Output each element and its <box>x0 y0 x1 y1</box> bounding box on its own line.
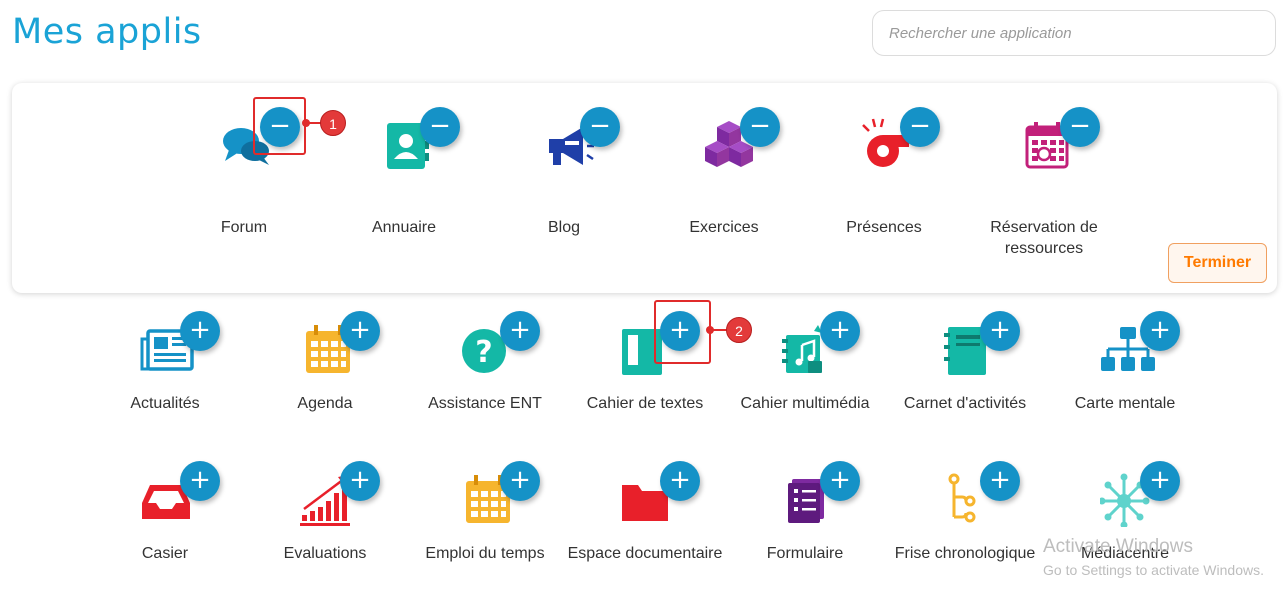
app-label: Assistance ENT <box>428 395 542 412</box>
pinned-apps-panel: Forum − Annuaire − Blog − Exercices − Pr… <box>12 83 1277 293</box>
add-carnet-button[interactable]: + <box>980 311 1020 351</box>
remove-reservation-button[interactable]: − <box>1060 107 1100 147</box>
svg-text:?: ? <box>475 335 492 370</box>
app-label: Cahier de textes <box>586 395 704 412</box>
app-label: Casier <box>141 545 189 562</box>
annotation-marker: 2 <box>726 317 752 343</box>
app-label: Carnet d'activités <box>903 395 1027 412</box>
add-formulaire-button[interactable]: + <box>820 461 860 501</box>
add-cahier-multimedia-button[interactable]: + <box>820 311 860 351</box>
add-espace-button[interactable]: + <box>660 461 700 501</box>
app-label: Espace documentaire <box>567 545 723 562</box>
add-evaluations-button[interactable]: + <box>340 461 380 501</box>
remove-blog-button[interactable]: − <box>580 107 620 147</box>
activation-watermark-subtitle: Go to Settings to activate Windows. <box>1043 562 1264 578</box>
app-label: Présences <box>846 219 922 236</box>
add-casier-button[interactable]: + <box>180 461 220 501</box>
app-label: Forum <box>220 219 268 236</box>
annotation-marker: 1 <box>320 110 346 136</box>
annotation-highlight <box>253 97 306 155</box>
add-assistance-button[interactable]: + <box>500 311 540 351</box>
add-agenda-button[interactable]: + <box>340 311 380 351</box>
remove-annuaire-button[interactable]: − <box>420 107 460 147</box>
app-label: Réservation de ressources <box>990 219 1098 257</box>
add-carte-mentale-button[interactable]: + <box>1140 311 1180 351</box>
add-mediacentre-button[interactable]: + <box>1140 461 1180 501</box>
app-label: Formulaire <box>766 545 844 562</box>
app-label: Frise chronologique <box>894 545 1036 562</box>
app-label: Carte mentale <box>1074 395 1176 412</box>
remove-exercices-button[interactable]: − <box>740 107 780 147</box>
app-label: Exercices <box>689 219 759 236</box>
app-label: Evaluations <box>283 545 367 562</box>
activation-watermark-title: Activate Windows <box>1043 536 1193 557</box>
search-input[interactable] <box>872 10 1276 56</box>
app-label: Annuaire <box>371 219 437 236</box>
finish-button[interactable]: Terminer <box>1168 243 1267 283</box>
app-label: Cahier multimédia <box>740 395 870 412</box>
annotation-highlight <box>654 300 711 364</box>
app-label: Agenda <box>297 395 353 412</box>
page-title: Mes applis <box>12 12 202 52</box>
add-actualites-button[interactable]: + <box>180 311 220 351</box>
app-label: Blog <box>547 219 581 236</box>
app-label: Actualités <box>130 395 200 412</box>
remove-presences-button[interactable]: − <box>900 107 940 147</box>
app-label: Emploi du temps <box>425 545 545 562</box>
add-frise-button[interactable]: + <box>980 461 1020 501</box>
add-emploi-button[interactable]: + <box>500 461 540 501</box>
